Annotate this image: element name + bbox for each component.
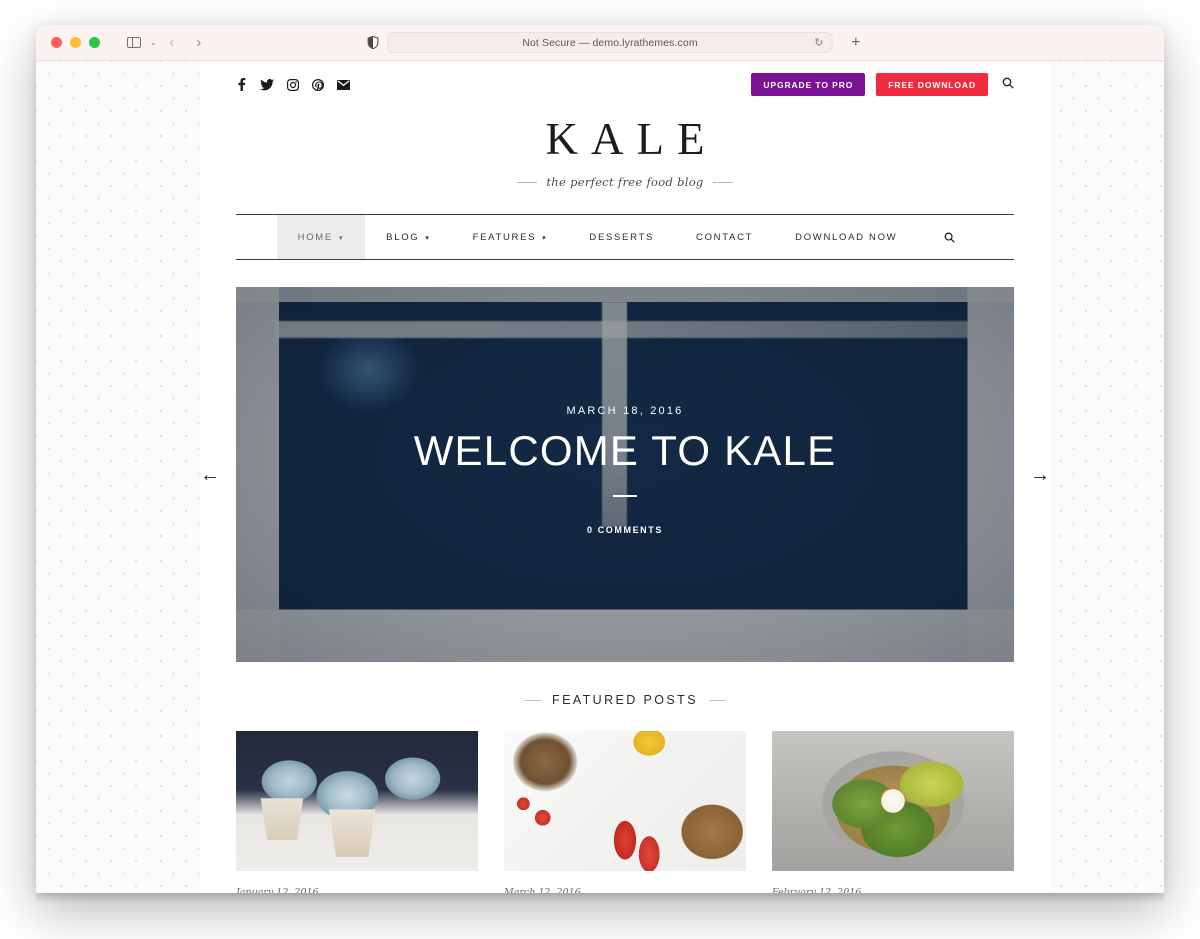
pinterest-icon[interactable]: [312, 78, 324, 91]
chevron-down-icon: ▾: [425, 234, 431, 242]
social-links: [236, 78, 350, 91]
header-actions: UPGRADE TO PRO FREE DOWNLOAD: [751, 73, 1014, 96]
nav-item-download-now[interactable]: DOWNLOAD NOW: [774, 215, 918, 259]
address-input[interactable]: Not Secure — demo.lyrathemes.com ↻: [387, 32, 833, 53]
browser-toolbar: ⌄ ‹ › Not Secure — demo.lyrathemes.com ↻…: [36, 25, 1164, 61]
post-thumbnail-snack-time[interactable]: [504, 731, 746, 871]
reload-icon[interactable]: ↻: [814, 36, 823, 49]
hero-divider: [613, 495, 637, 498]
sidebar-toggle-button[interactable]: [122, 32, 146, 54]
address-text: Not Secure — demo.lyrathemes.com: [522, 36, 698, 49]
forward-button[interactable]: ›: [187, 32, 211, 54]
nav-item-blog[interactable]: BLOG ▾: [365, 215, 451, 259]
hero-date: MARCH 18, 2016: [566, 405, 684, 417]
traffic-lights: [51, 37, 100, 48]
chevron-left-icon: ‹: [169, 34, 175, 51]
page-viewport: UPGRADE TO PRO FREE DOWNLOAD KALE the pe…: [36, 61, 1164, 893]
nav-label-desserts: DESSERTS: [589, 231, 655, 243]
back-button[interactable]: ‹: [160, 32, 184, 54]
email-icon[interactable]: [337, 79, 350, 90]
heading-rule-right: [708, 699, 726, 701]
nav-label-contact: CONTACT: [696, 231, 754, 243]
nav-search-button[interactable]: [918, 215, 973, 259]
upgrade-to-pro-button[interactable]: UPGRADE TO PRO: [751, 73, 866, 96]
nav-label-features: FEATURES: [472, 231, 537, 243]
hero-slider: ← → MARCH 18, 2016 WELCOME TO KALE 0 COM…: [200, 287, 1050, 662]
sidebar-icon: [127, 36, 141, 49]
nav-item-home[interactable]: HOME ▾: [276, 215, 366, 259]
site-logo-block: KALE the perfect free food blog: [200, 109, 1050, 189]
site-top-bar: UPGRADE TO PRO FREE DOWNLOAD: [200, 61, 1050, 109]
nav-item-features[interactable]: FEATURES ▾: [452, 215, 569, 259]
nav-item-desserts[interactable]: DESSERTS: [568, 215, 675, 259]
minimize-window-button[interactable]: [70, 37, 81, 48]
slider-prev-arrow[interactable]: ←: [200, 465, 220, 485]
nav-item-contact[interactable]: CONTACT: [675, 215, 774, 259]
main-navigation: HOME ▾ BLOG ▾ FEATURES ▾ DESSERTS CONTAC…: [236, 214, 1014, 260]
featured-posts-heading: FEATURED POSTS: [552, 693, 698, 707]
search-icon[interactable]: [1002, 76, 1014, 94]
browser-window: ⌄ ‹ › Not Secure — demo.lyrathemes.com ↻…: [36, 25, 1164, 893]
tagline-rule-right: [712, 181, 733, 183]
nav-label-blog: BLOG: [386, 231, 420, 243]
heading-rule-left: [524, 699, 542, 701]
featured-posts-grid: January 12, 2016 CUPCAKES March 12, 2016…: [236, 731, 1014, 893]
hero-slide[interactable]: MARCH 18, 2016 WELCOME TO KALE 0 COMMENT…: [236, 287, 1014, 662]
close-window-button[interactable]: [51, 37, 62, 48]
instagram-icon[interactable]: [287, 78, 299, 91]
post-thumbnail-hearty-breakfast[interactable]: [772, 731, 1014, 871]
hero-comments-count[interactable]: 0 COMMENTS: [236, 525, 1014, 535]
chevron-down-icon[interactable]: ⌄: [150, 38, 157, 47]
slider-next-arrow[interactable]: →: [1030, 465, 1050, 485]
toolbar-nav-group: ⌄ ‹ ›: [122, 32, 211, 54]
chevron-right-icon: ›: [196, 34, 202, 51]
search-icon: [944, 232, 956, 243]
content-column: UPGRADE TO PRO FREE DOWNLOAD KALE the pe…: [200, 61, 1050, 893]
post-thumbnail-cupcakes[interactable]: [236, 731, 478, 871]
site-title[interactable]: KALE: [200, 117, 1050, 162]
chevron-down-icon: ▾: [338, 234, 345, 242]
nav-label-download-now: DOWNLOAD NOW: [795, 231, 898, 243]
tagline-row: the perfect free food blog: [200, 175, 1050, 189]
nav-label-home: HOME: [297, 231, 333, 243]
free-download-button[interactable]: FREE DOWNLOAD: [876, 73, 988, 96]
hero-title[interactable]: WELCOME TO KALE: [236, 428, 1014, 473]
shield-icon: [367, 36, 379, 49]
post-card[interactable]: February 12, 2016 HEARTY BREAKFAST: [772, 731, 1014, 893]
window-bottom-shadow: [36, 893, 1164, 903]
chevron-down-icon: ▾: [542, 234, 548, 242]
tagline-rule-left: [517, 181, 538, 183]
facebook-icon[interactable]: [236, 78, 247, 91]
maximize-window-button[interactable]: [89, 37, 100, 48]
featured-posts-heading-row: FEATURED POSTS: [200, 693, 1050, 707]
new-tab-button[interactable]: +: [851, 34, 860, 52]
twitter-icon[interactable]: [260, 78, 274, 91]
post-card[interactable]: January 12, 2016 CUPCAKES: [236, 731, 478, 893]
site-tagline: the perfect free food blog: [546, 175, 704, 189]
address-bar-region: Not Secure — demo.lyrathemes.com ↻ +: [367, 32, 861, 53]
hero-caption: MARCH 18, 2016 WELCOME TO KALE 0 COMMENT…: [236, 405, 1014, 535]
post-card[interactable]: March 12, 2016 SNACK TIME: [504, 731, 746, 893]
